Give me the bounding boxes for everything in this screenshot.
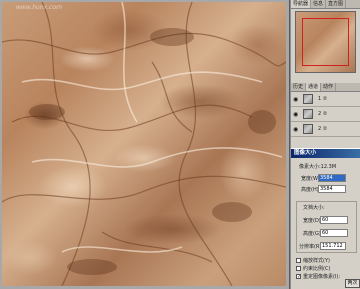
tab-navigator[interactable]: 导航器 xyxy=(291,0,312,8)
tab-channels[interactable]: 通道 xyxy=(306,83,322,91)
doc-height-row: 高度(G): xyxy=(303,229,348,237)
width-label: 宽度(W): xyxy=(301,175,322,182)
constrain-label: 约束比例(C) xyxy=(303,266,331,272)
pixel-height-row: 高度(H): xyxy=(301,185,346,193)
doc-height-label: 高度(G): xyxy=(303,230,323,237)
tab-actions[interactable]: 动作 xyxy=(321,83,337,91)
layer-thumbnail xyxy=(303,94,313,104)
tab-histogram[interactable]: 直方图 xyxy=(326,0,347,8)
constrain-proportions-checkbox[interactable]: 约束比例(C) xyxy=(296,265,330,272)
doc-width-label: 宽度(D): xyxy=(303,217,323,224)
checkbox-box[interactable] xyxy=(296,266,301,271)
pixel-dimensions-label: 像素大小:12.3M xyxy=(299,164,337,170)
resolution-input[interactable] xyxy=(320,242,346,250)
doc-height-input[interactable] xyxy=(320,229,348,237)
eye-icon[interactable]: ◉ xyxy=(293,126,298,133)
layer-row[interactable]: ◉ 1 ② xyxy=(291,92,360,107)
marble-texture-image[interactable]: www.hunx.com xyxy=(2,2,286,286)
layer-name: 2 ② xyxy=(318,111,328,117)
marble-veins xyxy=(2,2,286,286)
pixel-width-input[interactable] xyxy=(318,174,346,182)
resample-label: 重定图像像素(I): xyxy=(303,274,341,280)
pixel-width-row: 宽度(W): xyxy=(301,174,346,182)
layers-tabs: 历史 通道 动作 xyxy=(291,83,360,92)
tab-history[interactable]: 历史 xyxy=(291,83,307,91)
resample-checkbox[interactable]: ✓ 重定图像像素(I): xyxy=(296,273,340,280)
doc-width-row: 宽度(D): xyxy=(303,216,348,224)
navigator-tabs: 导航器 信息 直方图 xyxy=(291,0,360,9)
layer-name: 2 ② xyxy=(318,126,328,132)
document-size-label: 文档大小: xyxy=(303,205,325,211)
height-label: 高度(H): xyxy=(301,186,321,193)
checkbox-box[interactable] xyxy=(296,258,301,263)
layer-name: 1 ② xyxy=(318,96,328,102)
resample-method-select[interactable]: 两次 xyxy=(345,279,360,288)
dialog-title: 图像大小 xyxy=(291,149,360,158)
doc-width-input[interactable] xyxy=(320,216,348,224)
pixel-height-input[interactable] xyxy=(318,185,346,193)
navigator-view-box[interactable] xyxy=(302,18,349,66)
layers-panel: 历史 通道 动作 ◉ 1 ② ◉ 2 ② ◉ 2 ② xyxy=(291,83,360,137)
scale-styles-checkbox[interactable]: 缩放样式(Y) xyxy=(296,257,330,264)
eye-icon[interactable]: ◉ xyxy=(293,111,298,118)
tab-info[interactable]: 信息 xyxy=(311,0,327,8)
layer-row[interactable]: ◉ 2 ② xyxy=(291,122,360,137)
layer-thumbnail xyxy=(303,124,313,134)
scale-styles-label: 缩放样式(Y) xyxy=(303,258,330,264)
eye-icon[interactable]: ◉ xyxy=(293,96,298,103)
checkbox-box[interactable]: ✓ xyxy=(296,274,301,280)
navigator-preview[interactable] xyxy=(295,11,356,73)
canvas-frame: www.hunx.com xyxy=(0,0,290,289)
layer-row[interactable]: ◉ 2 ② xyxy=(291,107,360,122)
layer-thumbnail xyxy=(303,109,313,119)
watermark-text: www.hunx.com xyxy=(16,4,62,11)
resolution-label: 分辨率(R): xyxy=(299,243,324,250)
resolution-row: 分辨率(R): xyxy=(299,242,346,250)
